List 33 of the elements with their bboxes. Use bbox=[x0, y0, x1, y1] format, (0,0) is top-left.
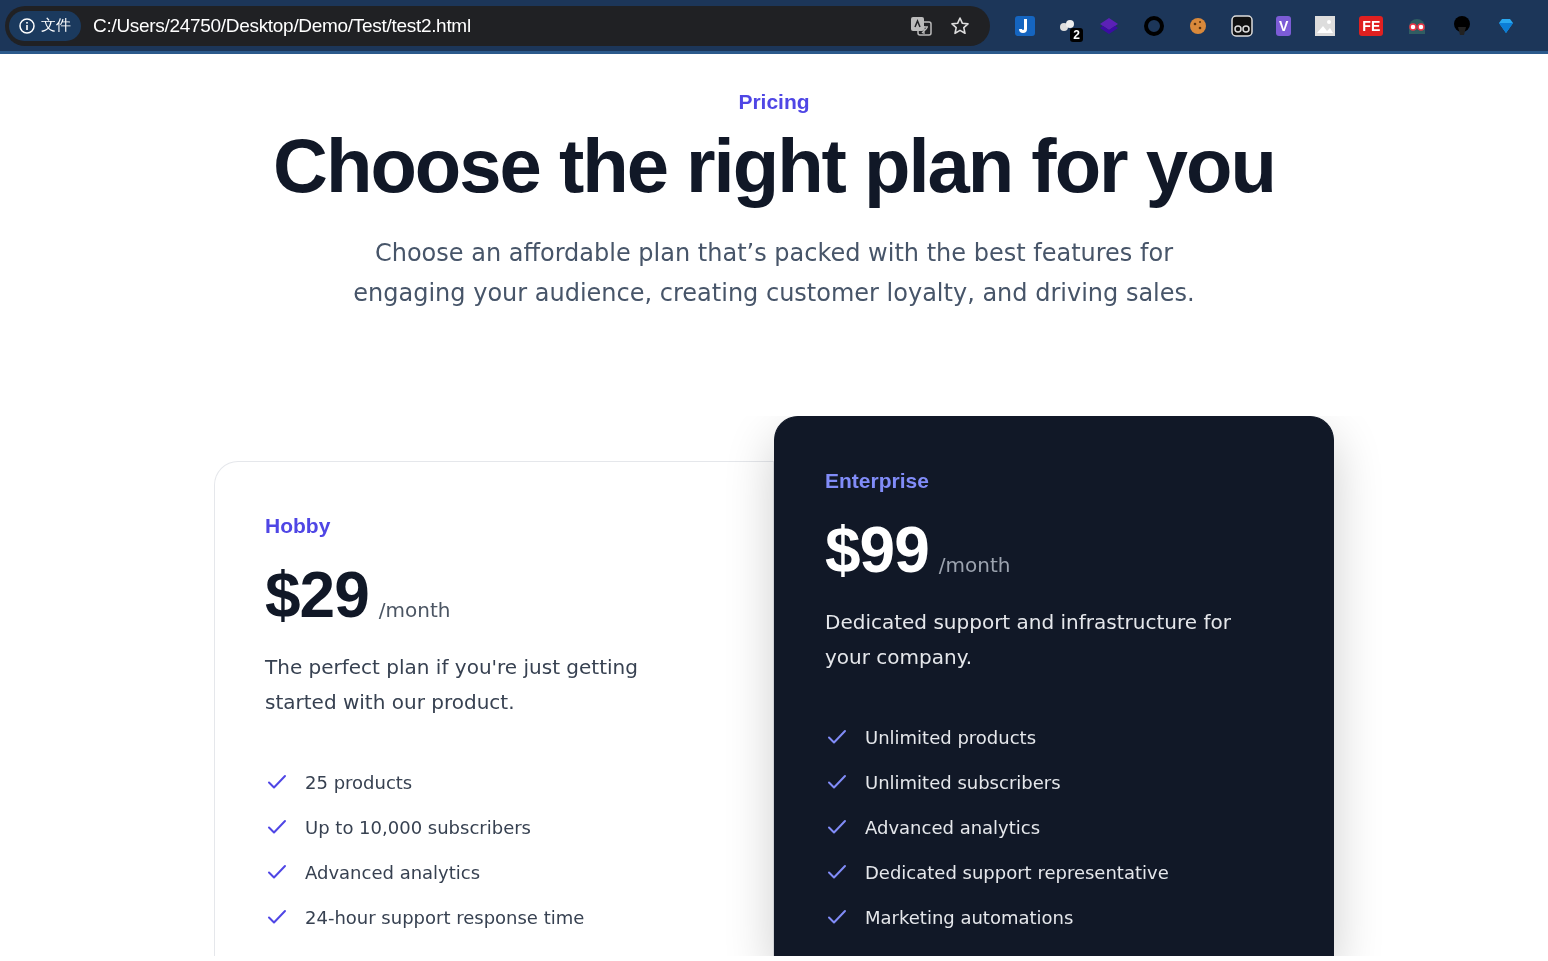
glasses-icon[interactable] bbox=[1231, 14, 1253, 37]
feature-text: 24-hour support response time bbox=[305, 906, 585, 928]
price-text: $29 bbox=[265, 558, 369, 633]
period-text: /month bbox=[378, 598, 451, 623]
feature-text: 25 products bbox=[305, 771, 413, 793]
subtitle-text: Choose an affordable plan that’s packed with the best features for engaging your audience, creating customer loyalty, and driving sales. bbox=[352, 238, 1196, 310]
count-badge: 2 bbox=[1070, 27, 1083, 42]
period-text: /month bbox=[938, 553, 1011, 578]
feature-text: Advanced analytics bbox=[305, 861, 481, 883]
feature-text: Dedicated support representative bbox=[865, 861, 1169, 883]
plan-description: Dedicated support and infrastructure for your company. bbox=[825, 609, 1232, 672]
plan-name: Enterprise bbox=[825, 469, 930, 494]
star-icon[interactable] bbox=[950, 15, 970, 36]
image-icon[interactable] bbox=[1314, 14, 1337, 37]
cookie-icon[interactable] bbox=[1188, 15, 1208, 36]
page-title: Choose the right plan for you bbox=[273, 122, 1275, 210]
translate-icon[interactable] bbox=[910, 14, 932, 37]
feature-text: Unlimited products bbox=[865, 726, 1036, 748]
j-logo-icon[interactable] bbox=[1014, 14, 1036, 37]
feature-text: Advanced analytics bbox=[865, 816, 1041, 838]
plan-description: The perfect plan if you're just getting started with our product. bbox=[265, 654, 639, 717]
extension-button[interactable]: V bbox=[1276, 15, 1292, 36]
eyebrow-text: Pricing bbox=[738, 90, 810, 114]
circles-icon[interactable] bbox=[1059, 18, 1075, 33]
feature-text: Marketing automations bbox=[865, 906, 1074, 928]
site-info-chip[interactable]: 文件 bbox=[9, 10, 81, 41]
info-icon bbox=[19, 17, 35, 34]
url-text[interactable]: C:/Users/24750/Desktop/Demo/Test/test2.html bbox=[93, 14, 910, 37]
price-text: $99 bbox=[825, 513, 929, 588]
feature-text: Up to 10,000 subscribers bbox=[305, 816, 531, 838]
extension-button[interactable]: FE bbox=[1359, 15, 1384, 36]
feature-text: Unlimited subscribers bbox=[865, 771, 1061, 793]
plan-name: Hobby bbox=[265, 514, 332, 539]
